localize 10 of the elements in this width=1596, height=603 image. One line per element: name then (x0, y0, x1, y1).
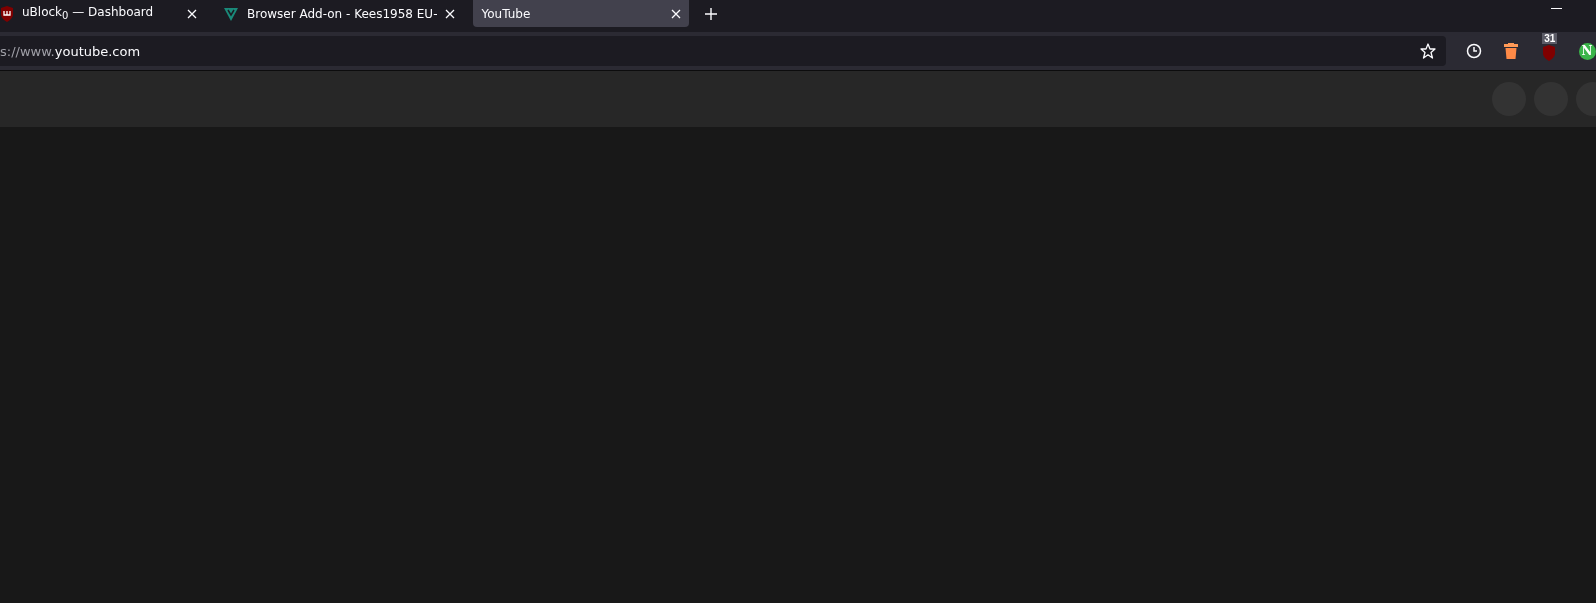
tab-title: Browser Add-on - Kees1958 EU- (247, 6, 438, 21)
tab-title: uBlock$_{0}$ — Dashboard (22, 5, 155, 22)
browser-tab[interactable]: YouTube (473, 0, 690, 27)
browser-tab[interactable]: uBlock$_{0}$ — Dashboard (0, 0, 205, 27)
address-bar[interactable]: s://www.youtube.com (0, 36, 1447, 66)
tab-title: YouTube (481, 6, 532, 21)
count-badge: 31 (1542, 33, 1558, 44)
extension-button[interactable]: 31 (1539, 32, 1559, 62)
url-text: s://www.youtube.com (0, 43, 142, 59)
browser-tab[interactable]: Browser Add-on - Kees1958 EU- (215, 0, 464, 27)
